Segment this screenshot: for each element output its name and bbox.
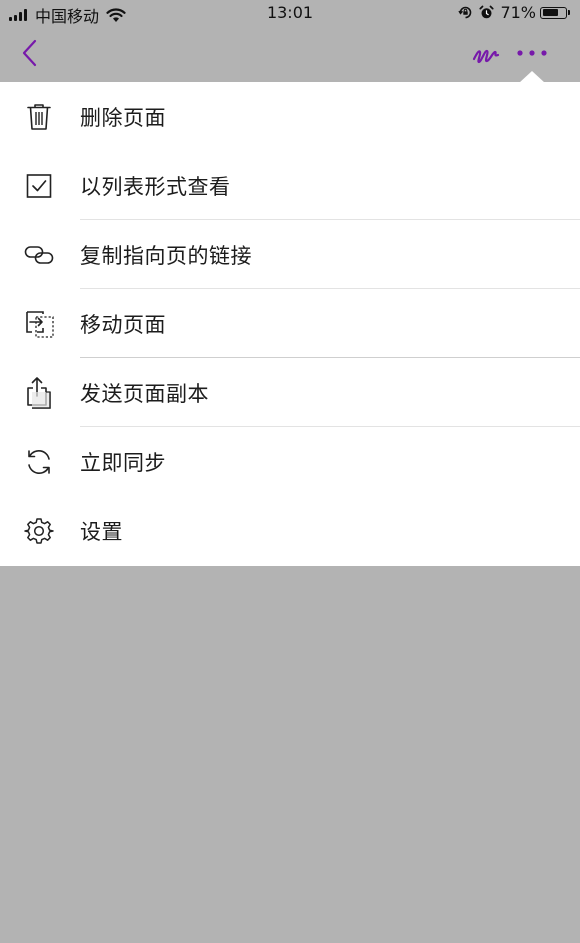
menu-item-label: 设置 xyxy=(80,519,123,544)
menu-item-view-as-list[interactable]: 以列表形式查看 xyxy=(0,151,580,220)
battery-percent: 71% xyxy=(500,3,536,22)
link-icon xyxy=(22,238,56,272)
menu-item-settings[interactable]: 设置 xyxy=(0,496,580,565)
menu-item-label: 发送页面副本 xyxy=(80,381,209,406)
status-bar: 中国移动 13:01 71% xyxy=(0,0,580,28)
menu-item-label: 移动页面 xyxy=(80,312,166,337)
menu-item-label: 删除页面 xyxy=(80,105,166,130)
battery-icon xyxy=(540,6,567,19)
more-options-menu: 删除页面 以列表形式查看 复制指向页的链接 移动页面 发送页面副本 立即同步 设… xyxy=(0,82,580,566)
menu-item-send-copy[interactable]: 发送页面副本 xyxy=(0,358,580,427)
alarm-icon xyxy=(479,5,495,20)
menu-item-sync-now[interactable]: 立即同步 xyxy=(0,427,580,496)
trash-icon xyxy=(22,100,56,134)
menu-item-label: 立即同步 xyxy=(80,450,166,475)
sync-icon xyxy=(22,445,56,479)
move-page-icon xyxy=(22,307,56,341)
more-button[interactable] xyxy=(512,38,552,68)
rotation-lock-icon xyxy=(458,5,473,20)
menu-item-delete-page[interactable]: 删除页面 xyxy=(0,82,580,151)
menu-item-label: 复制指向页的链接 xyxy=(80,243,252,268)
dim-overlay[interactable] xyxy=(0,566,580,943)
menu-item-label: 以列表形式查看 xyxy=(80,174,231,199)
battery-tip xyxy=(568,10,570,15)
ink-scribble-icon xyxy=(472,49,500,64)
ink-button[interactable] xyxy=(468,38,504,68)
back-button[interactable] xyxy=(14,36,44,70)
status-right: 71% xyxy=(458,3,570,22)
menu-item-copy-link[interactable]: 复制指向页的链接 xyxy=(0,220,580,289)
chevron-left-icon xyxy=(22,39,37,67)
menu-item-move-page[interactable]: 移动页面 xyxy=(0,289,580,358)
checkbox-icon xyxy=(22,169,56,203)
more-horizontal-icon xyxy=(517,50,547,56)
share-icon xyxy=(22,376,56,410)
gear-icon xyxy=(22,514,56,548)
nav-bar xyxy=(0,28,580,82)
battery-fill xyxy=(542,9,559,16)
